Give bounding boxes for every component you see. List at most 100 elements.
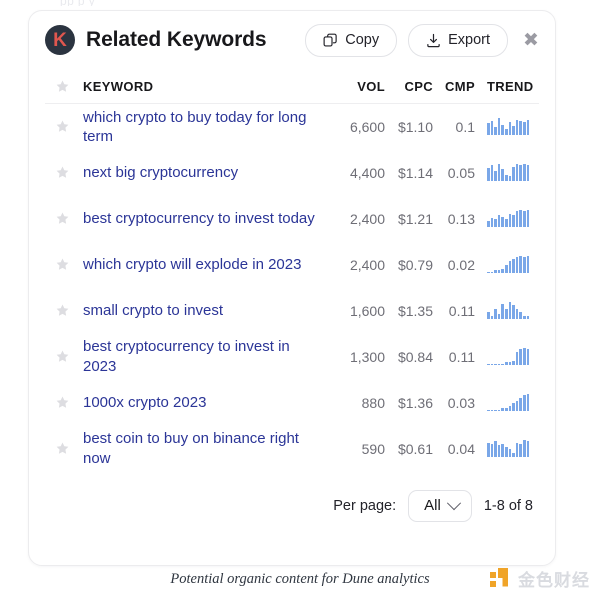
- related-keywords-card: K Related Keywords Copy Export ✖ KEYWORD…: [28, 10, 556, 566]
- header-vol[interactable]: VOL: [335, 69, 385, 104]
- row-keyword[interactable]: next big cryptocurrency: [79, 150, 335, 196]
- row-vol: 6,600: [349, 118, 385, 135]
- row-cmp: 0.05: [447, 164, 475, 181]
- card-header: K Related Keywords Copy Export ✖: [29, 11, 555, 69]
- trend-sparkline: [487, 440, 539, 457]
- row-cpc: $1.21: [397, 210, 433, 227]
- keywords-table-wrap: KEYWORD VOL CPC CMP TREND which crypto t…: [29, 69, 555, 472]
- table-row[interactable]: small crypto to invest 1,600 $1.35 0.11: [45, 288, 539, 334]
- row-keyword[interactable]: which crypto to buy today for long term: [79, 104, 335, 150]
- trend-sparkline: [487, 302, 539, 319]
- star-icon: [56, 80, 68, 92]
- row-favorite-toggle[interactable]: [45, 334, 79, 380]
- header-cpc[interactable]: CPC: [385, 69, 433, 104]
- row-vol: 880: [361, 394, 385, 411]
- star-icon: [56, 120, 68, 132]
- row-trend: [475, 288, 539, 334]
- row-favorite-toggle[interactable]: [45, 104, 79, 150]
- row-favorite-toggle[interactable]: [45, 380, 79, 426]
- row-trend: [475, 242, 539, 288]
- copy-button[interactable]: Copy: [305, 23, 398, 57]
- row-cpc: $1.35: [397, 302, 433, 319]
- row-vol: 4,400: [349, 164, 385, 181]
- header-trend[interactable]: TREND: [475, 69, 539, 104]
- download-icon: [427, 33, 440, 47]
- watermark: 金色财经: [490, 566, 590, 591]
- trend-sparkline: [487, 394, 539, 411]
- keywords-app-logo: K: [45, 25, 75, 55]
- row-vol: 590: [361, 440, 385, 457]
- logo-letter: K: [53, 29, 67, 51]
- row-trend: [475, 196, 539, 242]
- header-keyword[interactable]: KEYWORD: [79, 69, 335, 104]
- row-cmp: 0.03: [447, 394, 475, 411]
- row-cmp: 0.02: [447, 256, 475, 273]
- row-cmp: 0.1: [455, 118, 475, 135]
- watermark-logo-icon: [490, 567, 512, 590]
- row-keyword[interactable]: best cryptocurrency to invest in 2023: [79, 334, 335, 380]
- row-cpc: $1.36: [397, 394, 433, 411]
- row-keyword[interactable]: small crypto to invest: [79, 288, 335, 334]
- row-favorite-toggle[interactable]: [45, 426, 79, 472]
- header-favorite[interactable]: [45, 69, 79, 104]
- row-trend: [475, 334, 539, 380]
- watermark-text: 金色财经: [518, 571, 590, 591]
- keywords-table: KEYWORD VOL CPC CMP TREND which crypto t…: [45, 69, 539, 472]
- keywords-table-body: which crypto to buy today for long term 6…: [45, 104, 539, 472]
- trend-sparkline: [487, 118, 539, 136]
- trend-sparkline: [487, 348, 539, 365]
- cut-off-text-above-card: pp p y: [60, 0, 600, 6]
- trend-sparkline: [487, 210, 539, 227]
- row-cpc: $1.14: [397, 164, 433, 181]
- table-row[interactable]: 1000x crypto 2023 880 $1.36 0.03: [45, 380, 539, 426]
- export-button[interactable]: Export: [408, 23, 508, 57]
- row-favorite-toggle[interactable]: [45, 242, 79, 288]
- per-page-select[interactable]: All: [408, 489, 472, 522]
- header-cmp[interactable]: CMP: [433, 69, 475, 104]
- star-icon: [56, 442, 68, 454]
- row-cmp: 0.11: [448, 348, 475, 365]
- table-row[interactable]: next big cryptocurrency 4,400 $1.14 0.05: [45, 150, 539, 196]
- row-trend: [475, 426, 539, 472]
- row-cmp: 0.13: [447, 210, 475, 227]
- row-cmp: 0.04: [447, 440, 475, 457]
- row-cpc: $0.84: [397, 348, 433, 365]
- row-vol: 1,600: [349, 302, 385, 319]
- table-row[interactable]: which crypto will explode in 2023 2,400 $0…: [45, 242, 539, 288]
- per-page-value: All: [424, 497, 441, 514]
- row-vol: 1,300: [349, 348, 385, 365]
- row-vol: 2,400: [349, 256, 385, 273]
- per-page-label: Per page:: [333, 497, 397, 514]
- row-favorite-toggle[interactable]: [45, 150, 79, 196]
- table-row[interactable]: which crypto to buy today for long term 6…: [45, 104, 539, 150]
- chevron-down-icon: [446, 495, 461, 510]
- row-favorite-toggle[interactable]: [45, 288, 79, 334]
- star-icon: [56, 212, 68, 224]
- star-icon: [56, 350, 68, 362]
- page-title: Related Keywords: [86, 28, 267, 51]
- table-header-row: KEYWORD VOL CPC CMP TREND: [45, 69, 539, 104]
- row-trend: [475, 104, 539, 150]
- table-row[interactable]: best cryptocurrency to invest in 2023 1,3…: [45, 334, 539, 380]
- row-cpc: $0.61: [397, 440, 433, 457]
- row-keyword[interactable]: best cryptocurrency to invest today: [79, 196, 335, 242]
- star-icon: [56, 166, 68, 178]
- trend-sparkline: [487, 164, 539, 181]
- row-cmp: 0.11: [448, 302, 475, 319]
- star-icon: [56, 396, 68, 408]
- row-trend: [475, 380, 539, 426]
- table-row[interactable]: best coin to buy on binance right now 590…: [45, 426, 539, 472]
- row-keyword[interactable]: which crypto will explode in 2023: [79, 242, 335, 288]
- row-favorite-toggle[interactable]: [45, 196, 79, 242]
- table-row[interactable]: best cryptocurrency to invest today 2,400…: [45, 196, 539, 242]
- header-actions: Copy Export ✖: [305, 23, 541, 57]
- close-icon[interactable]: ✖: [523, 31, 539, 50]
- row-trend: [475, 150, 539, 196]
- export-button-label: Export: [448, 32, 490, 48]
- star-icon: [56, 258, 68, 270]
- pagination-range: 1-8 of 8: [483, 497, 533, 514]
- pagination-bar: Per page: All 1-8 of 8: [29, 472, 555, 522]
- row-keyword[interactable]: 1000x crypto 2023: [79, 380, 335, 426]
- trend-sparkline: [487, 256, 539, 273]
- row-keyword[interactable]: best coin to buy on binance right now: [79, 426, 335, 472]
